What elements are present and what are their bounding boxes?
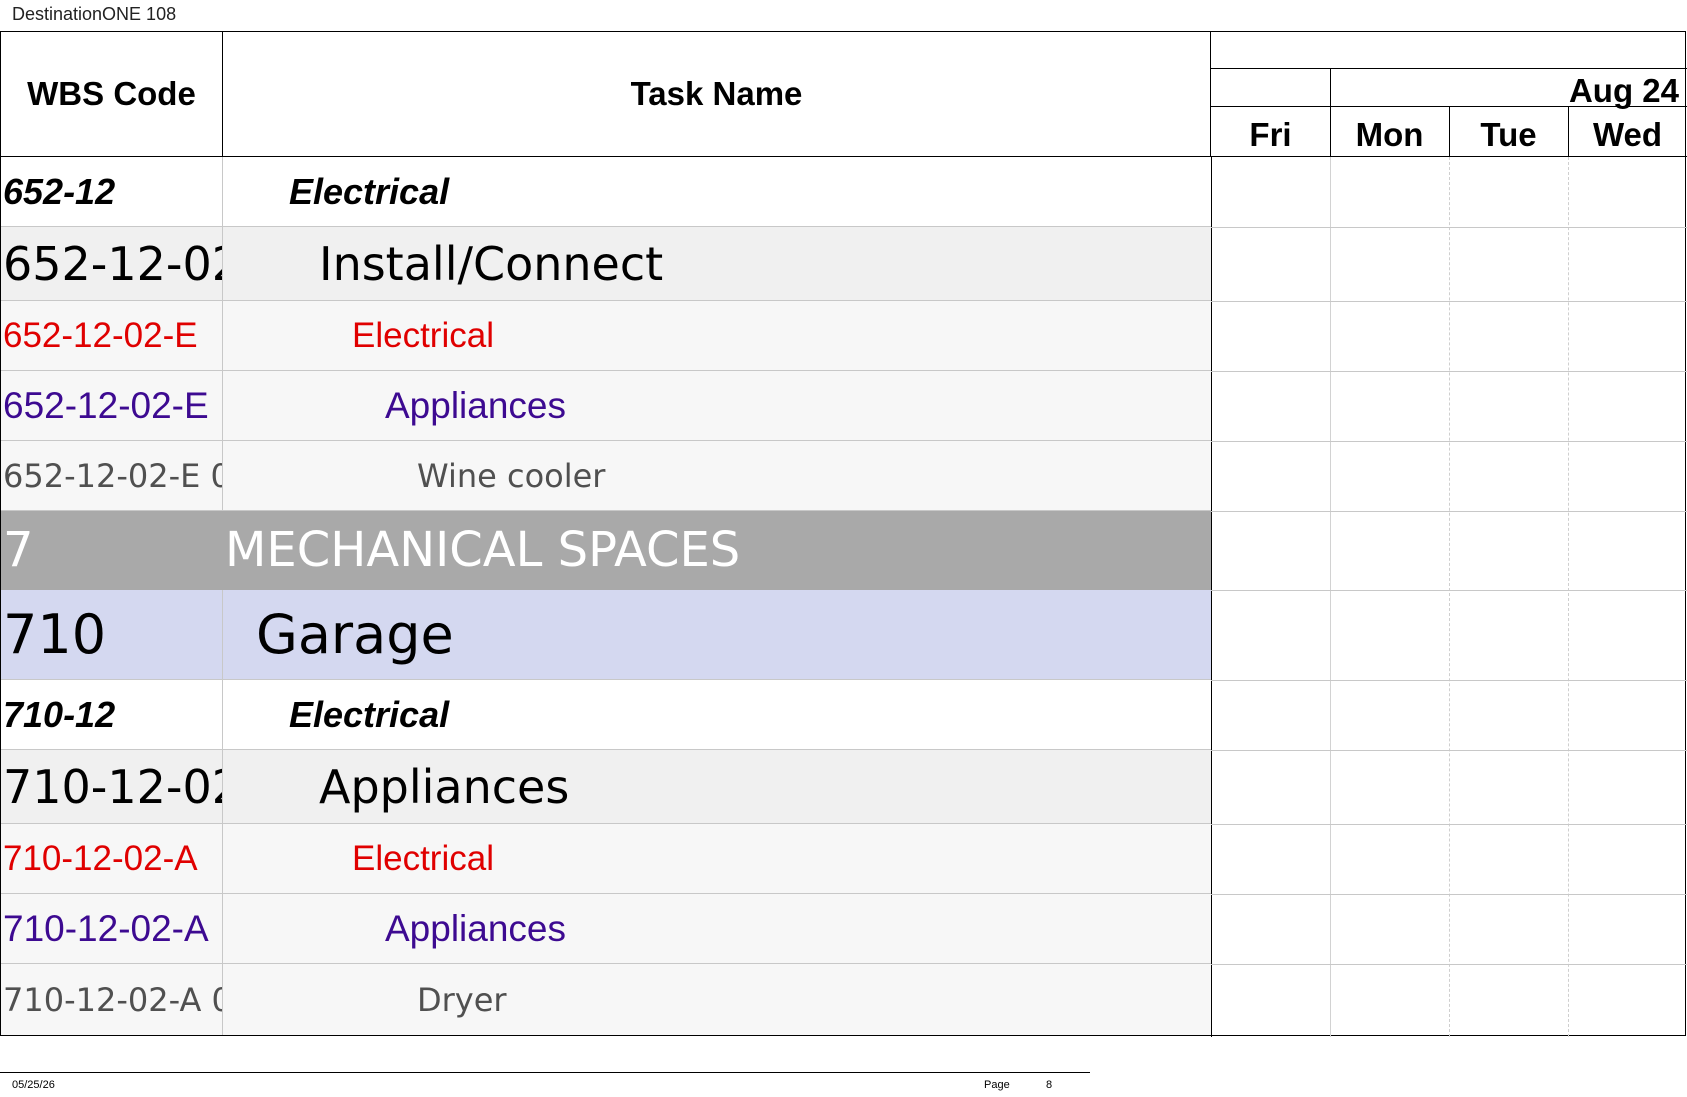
task-name-cell: Appliances [385,907,567,949]
timescale-divider-top [1211,68,1687,69]
task-row-summary[interactable]: 710-12-02-A Electrical [1,824,1211,894]
wbs-cell: 652-12-02-E 01 [1,441,223,510]
task-row-summary[interactable]: 652-12 Electrical [1,157,1211,227]
task-name-cell: Appliances [319,759,570,814]
task-row-summary[interactable]: 652-12-02-E Electrical [1,301,1211,371]
task-name-cell: Electrical [289,693,450,735]
wbs-cell: 710 [1,590,223,679]
timescale-day-mon: Mon [1355,116,1424,153]
gantt-row-line [1211,750,1687,751]
task-name-cell: Dryer [417,980,507,1019]
task-name-cell: Install/Connect [319,236,664,291]
section-row[interactable]: 7 MECHANICAL SPACES [1,511,1211,590]
wbs-cell: 710-12-02-A [1,894,223,963]
footer-page-number: 8 [1046,1079,1053,1091]
task-row-summary[interactable]: 710-12 Electrical [1,680,1211,750]
wbs-cell: 652-12-02-E [1,301,223,370]
column-header-wbs-code[interactable]: WBS Code [1,32,223,156]
wbs-cell: 710-12-02-A [1,824,223,893]
column-header-task-name[interactable]: Task Name [223,32,1211,156]
gantt-row-line [1211,680,1687,681]
wbs-cell: 710-12 [1,680,223,749]
wbs-cell: 710-12-02 [1,750,223,823]
gantt-divider [1211,157,1212,1037]
wbs-cell: 652-12-02 [1,227,223,300]
gantt-row-line [1211,441,1687,442]
wbs-cell: 7 [3,522,34,578]
gantt-day-gridline [1568,157,1569,1037]
task-name-cell: Electrical [352,838,494,878]
gantt-row-line [1211,894,1687,895]
area-row[interactable]: 710 Garage [1,590,1211,680]
task-row-summary[interactable]: 710-12-02-A Appliances [1,894,1211,964]
timescale-day-fri: Fri [1249,116,1292,153]
timescale-week-label: Aug 24 [1568,72,1679,109]
task-row-leaf[interactable]: 652-12-02-E 01 Wine cooler [1,441,1211,511]
task-name-cell: MECHANICAL SPACES [225,522,741,578]
footer-page-label: Page [984,1079,1010,1091]
wbs-cell: 652-12 [1,157,223,226]
task-row-summary[interactable]: 710-12-02 Appliances [1,750,1211,824]
task-row-leaf[interactable]: 710-12-02-A 01 Dryer [1,964,1211,1035]
footer-divider [0,1072,1090,1073]
wbs-cell: 710-12-02-A 01 [1,964,223,1035]
task-name-cell: Electrical [289,170,450,212]
gantt-day-gridline [1449,157,1450,1037]
task-name-cell: Appliances [385,384,567,426]
task-row-summary[interactable]: 652-12-02-E Appliances [1,371,1211,441]
document-title: DestinationONE 108 [12,4,177,24]
gantt-row-line [1211,301,1687,302]
gantt-row-line [1211,227,1687,228]
gantt-row-line [1211,824,1687,825]
gantt-day-gridline [1330,157,1331,1037]
gantt-row-line [1211,964,1687,965]
timescale-day-wed: Wed [1592,116,1663,153]
task-name-cell: Wine cooler [417,456,606,495]
gantt-row-line [1211,511,1687,512]
wbs-cell: 652-12-02-E [1,371,223,440]
footer-date: 05/25/26 [12,1079,55,1091]
gantt-row-line [1211,590,1687,591]
task-row-summary[interactable]: 652-12-02 Install/Connect [1,227,1211,301]
task-name-cell: Electrical [352,315,494,355]
timescale-day-tue: Tue [1480,116,1537,153]
gantt-row-line [1211,371,1687,372]
gantt-sheet: WBS Code Task Name Aug 24 Fri Mon Tue We… [0,31,1687,1037]
task-name-cell: Garage [256,603,454,666]
